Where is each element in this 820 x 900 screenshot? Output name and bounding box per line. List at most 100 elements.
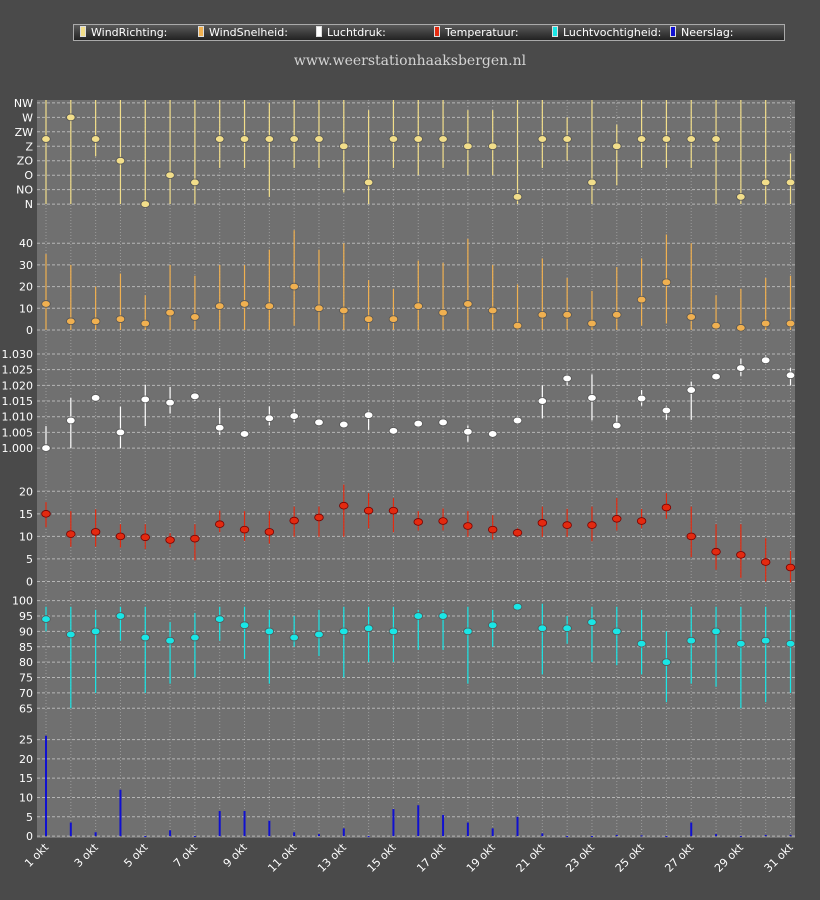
data-point: [686, 532, 696, 541]
y-tick-label: 0: [26, 830, 33, 843]
y-tick-label: 1.030: [2, 348, 34, 361]
y-tick-label: 40: [19, 237, 33, 250]
data-point: [661, 278, 672, 287]
precip-bar: [516, 816, 519, 837]
data-point: [537, 135, 548, 143]
data-point: [413, 302, 423, 310]
data-point: [41, 135, 51, 143]
data-point: [463, 627, 473, 636]
data-point: [215, 520, 225, 529]
data-point: [438, 135, 448, 143]
y-tick-label: 80: [19, 656, 33, 669]
data-point: [66, 317, 76, 326]
data-point: [339, 627, 349, 636]
data-point: [785, 639, 796, 648]
y-tick-label: 30: [19, 259, 33, 272]
y-tick-label: 0: [26, 324, 33, 337]
data-point: [66, 530, 76, 538]
precip-bar: [541, 833, 544, 837]
precip-bar: [293, 832, 296, 837]
y-tick-label: N: [25, 198, 33, 211]
x-tick-label: 13 okt: [315, 840, 349, 874]
data-point: [314, 135, 324, 143]
precip-bar: [169, 830, 172, 837]
y-tick-label: 10: [19, 302, 33, 315]
data-point: [686, 313, 696, 321]
data-point: [711, 321, 721, 330]
data-point: [512, 602, 523, 611]
data-point: [785, 178, 796, 187]
data-point: [686, 135, 696, 143]
precip-bar: [417, 805, 420, 837]
data-point: [413, 612, 423, 620]
y-tick-label: 5: [26, 553, 33, 566]
y-tick-label: 75: [19, 672, 33, 685]
data-point: [711, 627, 721, 636]
precip-bar: [193, 836, 196, 838]
precip-bar: [69, 822, 72, 837]
data-point: [90, 394, 101, 402]
data-point: [289, 516, 299, 525]
data-point: [413, 419, 423, 428]
y-tick-label: 1.015: [2, 395, 34, 408]
data-point: [388, 506, 399, 515]
x-tick-label: 21 okt: [514, 840, 548, 874]
data-point: [711, 372, 721, 381]
data-point: [66, 113, 76, 122]
data-point: [438, 308, 448, 317]
data-point: [41, 615, 51, 623]
y-tick-label: NO: [16, 184, 33, 197]
data-point: [264, 627, 275, 636]
data-point: [115, 612, 126, 620]
data-point: [215, 423, 225, 432]
y-tick-label: 20: [19, 281, 33, 294]
data-point: [388, 135, 399, 143]
data-point: [562, 374, 572, 383]
x-tick-label: 15 okt: [365, 840, 399, 874]
y-tick-label: 0: [26, 575, 33, 588]
data-point: [488, 142, 498, 151]
data-point: [66, 630, 76, 639]
data-point: [115, 315, 126, 323]
precip-bar: [665, 836, 668, 838]
x-tick-label: 11 okt: [265, 840, 299, 874]
data-point: [339, 142, 349, 151]
data-point: [165, 398, 175, 407]
data-point: [612, 142, 622, 151]
precip-bar: [45, 735, 47, 837]
data-point: [463, 427, 473, 436]
data-point: [612, 627, 622, 636]
data-point: [736, 551, 746, 559]
data-point: [190, 313, 200, 321]
y-tick-label: 1.005: [2, 426, 34, 439]
data-point: [488, 306, 498, 315]
data-point: [537, 519, 548, 527]
y-tick-label: 95: [19, 610, 33, 623]
data-point: [661, 658, 672, 666]
y-tick-label: 20: [19, 485, 33, 498]
data-point: [363, 411, 374, 419]
data-point: [488, 430, 498, 438]
data-point: [339, 306, 349, 315]
data-point: [41, 510, 51, 518]
data-point: [90, 528, 101, 536]
data-point: [512, 416, 523, 425]
data-point: [314, 513, 324, 522]
data-point: [438, 418, 448, 427]
data-point: [190, 534, 200, 543]
data-point: [140, 533, 150, 542]
precip-bar: [342, 828, 345, 837]
data-point: [289, 282, 299, 291]
data-point: [587, 394, 597, 402]
y-tick-label: 1.010: [2, 411, 34, 424]
data-point: [363, 178, 374, 187]
y-tick-label: 65: [19, 702, 33, 715]
data-point: [587, 178, 597, 187]
data-point: [562, 521, 572, 529]
precip-bar: [268, 820, 271, 837]
y-tick-label: NW: [14, 97, 33, 110]
data-point: [115, 156, 126, 165]
precip-bar: [442, 814, 445, 837]
data-point: [388, 315, 399, 323]
data-point: [190, 633, 200, 642]
